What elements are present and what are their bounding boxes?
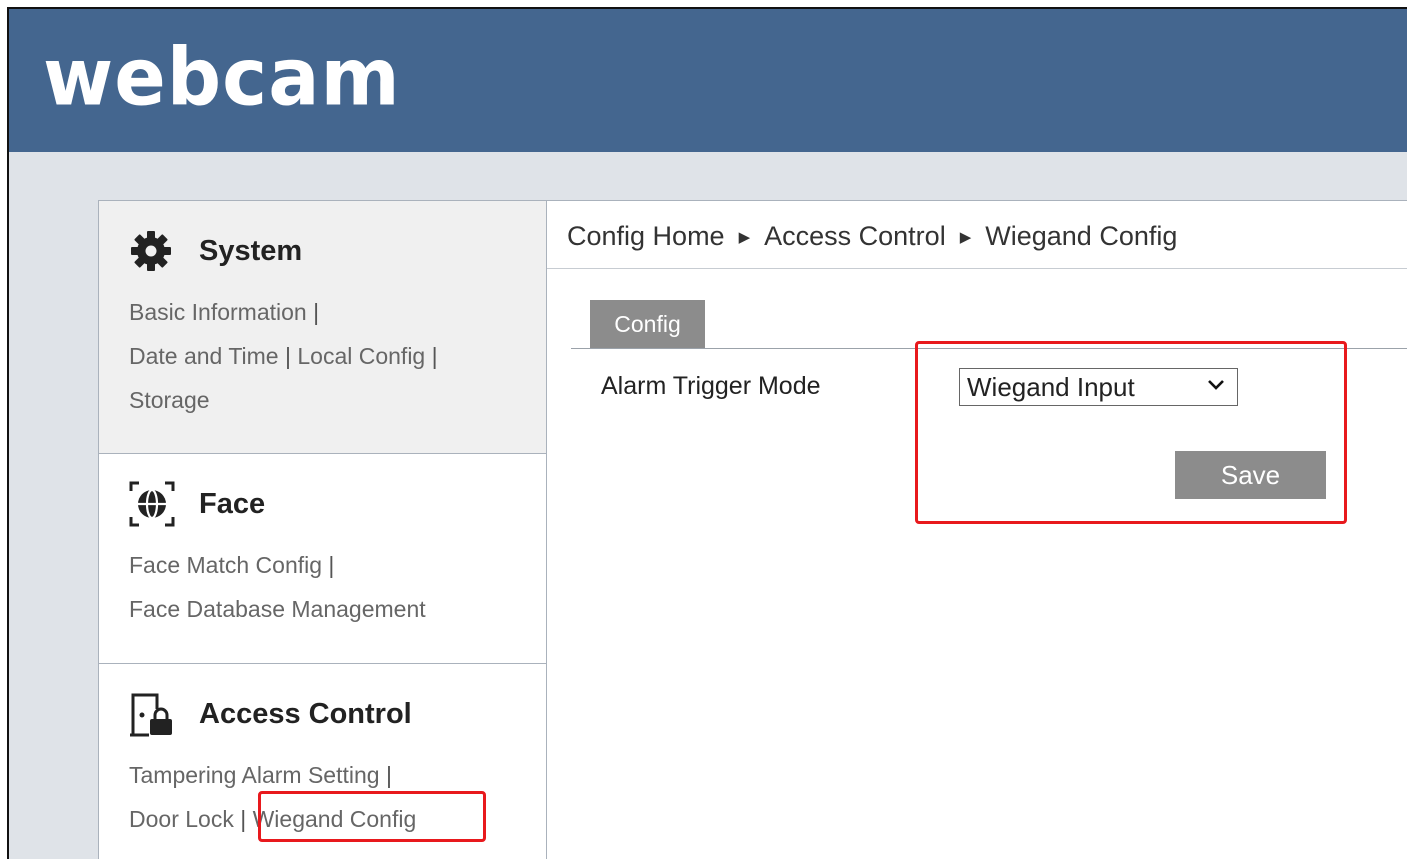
section-title-text: Face [199, 487, 266, 520]
gear-icon [129, 231, 179, 271]
sidebar-section-system: System Basic Information | Date and Time… [99, 201, 546, 454]
breadcrumb-wiegand-config: Wiegand Config [985, 221, 1178, 251]
link-separator: | [240, 806, 247, 832]
link-date-and-time[interactable]: Date and Time [129, 343, 279, 369]
section-title-face[interactable]: Face [129, 481, 266, 527]
link-basic-information[interactable]: Basic Information [129, 299, 307, 325]
link-separator: | [328, 552, 335, 578]
section-title-text: System [199, 234, 303, 267]
logo: webcam [43, 29, 401, 124]
breadcrumb-arrow-icon: ▶ [959, 228, 972, 246]
face-links: Face Match Config | Face Database Manage… [129, 543, 426, 631]
link-tampering-alarm-setting[interactable]: Tampering Alarm Setting [129, 762, 380, 788]
breadcrumb-access-control[interactable]: Access Control [764, 221, 946, 252]
system-links: Basic Information | Date and Time | Loca… [129, 290, 438, 422]
alarm-trigger-mode-label: Alarm Trigger Mode [601, 372, 821, 400]
main-panel: Config Home ▶ Access Control ▶ Wiegand C… [547, 200, 1407, 859]
link-separator: | [385, 762, 392, 788]
link-face-match-config[interactable]: Face Match Config [129, 552, 322, 578]
breadcrumb-arrow-icon: ▶ [738, 228, 751, 246]
breadcrumb: Config Home ▶ Access Control ▶ Wiegand C… [567, 221, 1177, 252]
link-storage[interactable]: Storage [129, 387, 210, 413]
link-separator: | [313, 299, 320, 325]
tab-config[interactable]: Config [590, 300, 705, 348]
header-bar: webcam [9, 9, 1407, 152]
link-local-config[interactable]: Local Config [297, 343, 425, 369]
section-title-system[interactable]: System [129, 231, 302, 271]
breadcrumb-config-home[interactable]: Config Home [567, 221, 725, 252]
sidebar: System Basic Information | Date and Time… [98, 200, 547, 859]
link-separator: | [431, 343, 438, 369]
section-title-text: Access Control [199, 697, 412, 730]
highlight-box-wiegand-link [258, 791, 486, 842]
link-face-database-management[interactable]: Face Database Management [129, 596, 426, 622]
section-title-access-control[interactable]: Access Control [129, 693, 412, 737]
face-scan-icon [129, 481, 179, 527]
highlight-box-form [915, 341, 1347, 524]
sidebar-section-face: Face Face Match Config | Face Database M… [99, 454, 546, 664]
link-door-lock[interactable]: Door Lock [129, 806, 234, 832]
divider [547, 268, 1407, 269]
link-separator: | [284, 343, 291, 369]
door-lock-icon [129, 693, 179, 737]
